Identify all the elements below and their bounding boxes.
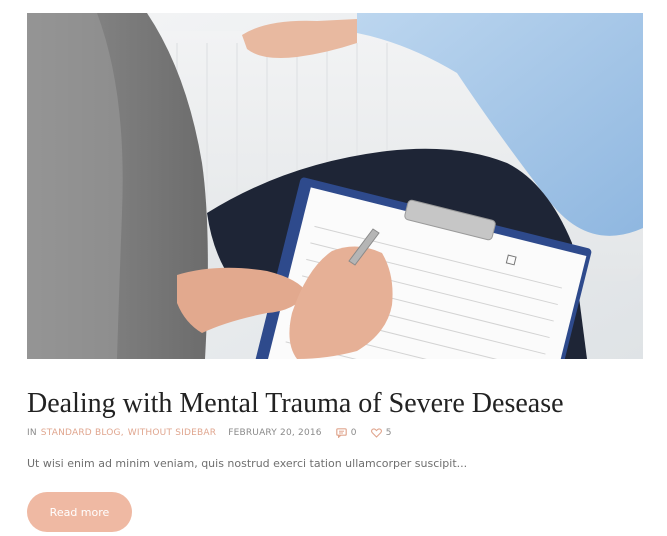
comment-bubble-icon [335, 428, 347, 438]
post-meta: IN STANDARD BLOG , WITHOUT SIDEBAR FEBRU… [27, 427, 392, 439]
meta-in-label: IN [27, 428, 37, 438]
likes-count-value: 5 [385, 428, 392, 438]
category-separator: , [120, 428, 124, 438]
category-link-without-sidebar[interactable]: WITHOUT SIDEBAR [128, 428, 216, 438]
post-date[interactable]: FEBRUARY 20, 2016 [228, 428, 322, 438]
category-link-standard-blog[interactable]: STANDARD BLOG [41, 428, 121, 438]
featured-image-illustration [27, 13, 643, 359]
post-excerpt: Ut wisi enim ad minim veniam, quis nostr… [27, 457, 468, 470]
heart-icon [370, 428, 382, 438]
comments-count-value: 0 [350, 428, 357, 438]
post-title[interactable]: Dealing with Mental Trauma of Severe Des… [27, 386, 647, 422]
featured-image[interactable] [27, 13, 643, 359]
read-more-button[interactable]: Read more [27, 492, 132, 532]
comments-count[interactable]: 0 [335, 428, 357, 438]
likes-count[interactable]: 5 [370, 428, 392, 438]
